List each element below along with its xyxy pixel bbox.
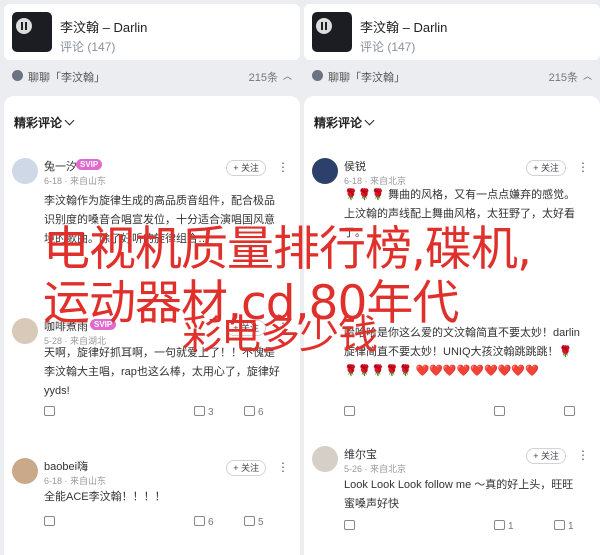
chat-topic-count: 215条 — [548, 72, 578, 84]
chat-topic-label: 聊聊「李汶翰」 — [28, 72, 105, 84]
avatar[interactable] — [312, 158, 338, 184]
more-icon[interactable]: ⋮ — [277, 320, 290, 334]
comment-text: Look Look Look follow me ～真的好上头，旺旺蜜嗓声好快 — [344, 479, 574, 510]
comment-icon — [194, 516, 205, 526]
follow-button[interactable]: + 关注 — [526, 448, 566, 464]
comment-text: 李汶翰作为旋律生成的高品质音组件，配合极品识别度的嗓音合唱宣发位，十分适合演唱国… — [44, 195, 275, 245]
section-title: 精彩评论 — [14, 116, 63, 130]
comment-meta: 6-18 · 来自山东 — [44, 176, 107, 186]
username[interactable]: 咖啡煮雨 — [44, 318, 88, 334]
track-title: 李汶翰 – Darlin — [360, 20, 448, 35]
share-button[interactable] — [344, 520, 358, 532]
chevron-up-icon[interactable]: ︿ — [583, 72, 592, 81]
track-title: 李汶翰 – Darlin — [60, 20, 148, 35]
share-icon — [44, 516, 55, 526]
follow-button[interactable]: + 关注 — [226, 160, 266, 176]
chat-icon — [12, 70, 23, 81]
mini-player[interactable]: 李汶翰 – Darlin 评论 (147) — [4, 4, 300, 60]
share-button[interactable] — [344, 406, 358, 418]
chevron-up-icon[interactable]: ︿ — [283, 72, 292, 81]
like-button[interactable] — [564, 406, 578, 418]
comment-count: 评论 (147) — [360, 40, 416, 54]
section-title: 精彩评论 — [314, 116, 363, 130]
share-button[interactable] — [44, 516, 58, 528]
chat-topic-label: 聊聊「李汶翰」 — [328, 72, 405, 84]
comment-actions: 1 1 — [344, 520, 590, 534]
follow-button[interactable]: + 关注 — [226, 460, 266, 476]
chat-topic-row[interactable]: 聊聊「李汶翰」 215条 ︿ — [304, 64, 600, 88]
comment-text: 🌹🌹🌹 舞曲的风格，又有一点点嫌弃的感觉。上汶翰的声线配上舞曲风格，太狂野了，太… — [344, 189, 576, 239]
vip-badge: SVIP — [76, 159, 103, 170]
reply-button[interactable] — [494, 406, 508, 418]
comment-count: 评论 (147) — [60, 40, 116, 54]
left-panel: 李汶翰 – Darlin 评论 (147) 聊聊「李汶翰」 215条 ︿ 精彩评… — [4, 0, 300, 555]
comments-card: 精彩评论 侯锐 6-18 · 来自北京 + 关注 ⋮ 🌹🌹🌹 舞曲的风格，又有一… — [304, 96, 600, 555]
avatar[interactable] — [12, 158, 38, 184]
comment-icon — [194, 406, 205, 416]
username[interactable]: 兔一汐 — [44, 158, 77, 174]
more-icon[interactable]: ⋮ — [577, 448, 590, 462]
share-icon — [44, 406, 55, 416]
username[interactable]: 维尔宝 — [344, 446, 377, 462]
comment-actions: 3 6 — [44, 406, 290, 420]
comment-actions — [344, 406, 590, 420]
vip-badge: SVIP — [90, 319, 117, 330]
thumb-up-icon — [244, 516, 255, 526]
mini-player[interactable]: 李汶翰 – Darlin 评论 (147) — [304, 4, 600, 60]
thumb-up-icon — [564, 406, 575, 416]
comment-actions: 6 5 — [44, 516, 290, 530]
comment-icon — [494, 520, 505, 530]
screen: 李汶翰 – Darlin 评论 (147) 聊聊「李汶翰」 215条 ︿ 精彩评… — [0, 0, 600, 555]
more-icon[interactable]: ⋮ — [277, 160, 290, 174]
share-button[interactable] — [44, 406, 58, 418]
like-button[interactable]: 5 — [244, 516, 264, 528]
chat-icon — [312, 70, 323, 81]
comment-icon — [494, 406, 505, 416]
avatar[interactable] — [312, 446, 338, 472]
comment-meta: 5-26 · 来自北京 — [344, 464, 407, 474]
comment-text: 哈哈哈是你这么爱的文汶翰简直不要太妙！darlin旋律简直不要太妙！UNIQ大孩… — [344, 327, 580, 377]
right-panel: 李汶翰 – Darlin 评论 (147) 聊聊「李汶翰」 215条 ︿ 精彩评… — [304, 0, 600, 555]
pause-icon[interactable] — [316, 18, 332, 34]
thumb-up-icon — [554, 520, 565, 530]
comments-card: 精彩评论 兔一汐 SVIP 6-18 · 来自山东 + 关注 ⋮ 李汶翰作为旋律… — [4, 96, 300, 555]
chevron-down-icon[interactable] — [64, 115, 75, 126]
username[interactable]: baobei嗨 — [44, 458, 88, 474]
thumb-up-icon — [244, 406, 255, 416]
like-button[interactable]: 1 — [554, 520, 574, 532]
more-icon[interactable]: ⋮ — [277, 460, 290, 474]
reply-button[interactable]: 6 — [194, 516, 214, 528]
avatar[interactable] — [12, 318, 38, 344]
avatar[interactable] — [12, 458, 38, 484]
chat-topic-count: 215条 — [248, 72, 278, 84]
comment-text: 全能ACE李汶翰！！！！ — [44, 491, 166, 503]
comment-meta: 6-18 · 来自山东 — [44, 476, 107, 486]
pause-icon[interactable] — [16, 18, 32, 34]
comment-text: 天啊，旋律好抓耳啊，一句就爱上了！！不愧是李汶翰大主唱，rap也这么棒，太用心了… — [44, 347, 280, 397]
username[interactable]: 侯锐 — [344, 158, 366, 174]
share-icon — [344, 406, 355, 416]
reply-button[interactable]: 3 — [194, 406, 214, 418]
share-icon — [344, 520, 355, 530]
reply-button[interactable]: 1 — [494, 520, 514, 532]
chat-topic-row[interactable]: 聊聊「李汶翰」 215条 ︿ — [4, 64, 300, 88]
chevron-down-icon[interactable] — [364, 115, 375, 126]
follow-button[interactable]: + 关注 — [526, 160, 566, 176]
more-icon[interactable]: ⋮ — [577, 160, 590, 174]
follow-button[interactable]: + 关注 — [226, 320, 266, 336]
like-button[interactable]: 6 — [244, 406, 264, 418]
